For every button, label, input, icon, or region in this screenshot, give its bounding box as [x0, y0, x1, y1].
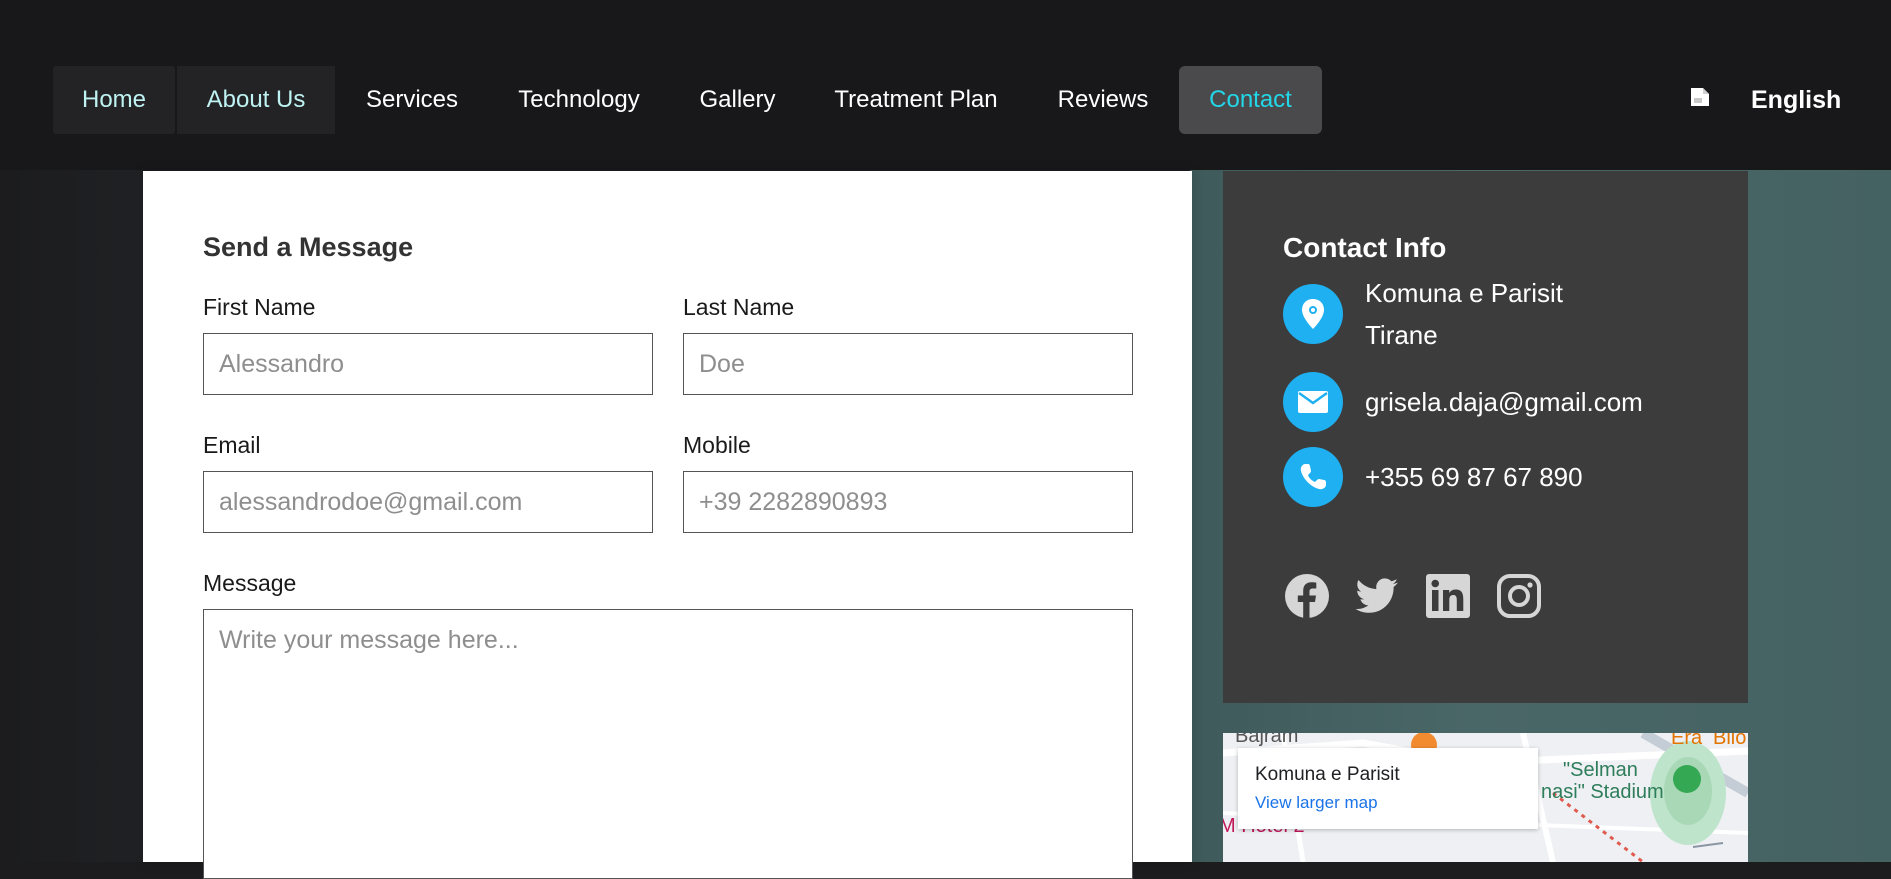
contact-info-title: Contact Info [1283, 232, 1447, 263]
phone-icon [1283, 447, 1343, 507]
map-info-card: Komuna e Parisit View larger map [1238, 748, 1538, 829]
nav-contact[interactable]: Contact [1179, 66, 1322, 134]
form-title: Send a Message [203, 232, 414, 262]
last-name-label: Last Name [683, 294, 795, 320]
mobile-label: Mobile [683, 432, 751, 458]
email-label: Email [203, 432, 261, 458]
last-name-input[interactable] [683, 333, 1133, 395]
instagram-icon[interactable] [1496, 573, 1542, 619]
nav-technology[interactable]: Technology [505, 66, 653, 134]
map-label-era: Era [1671, 733, 1703, 749]
email-input[interactable] [203, 471, 653, 533]
message-label: Message [203, 570, 297, 596]
view-larger-map-link[interactable]: View larger map [1255, 793, 1378, 813]
contact-email[interactable]: grisela.daja@gmail.com [1365, 381, 1643, 423]
location-pin-icon [1283, 284, 1343, 344]
map-label-stadium: nasi" Stadium [1541, 781, 1664, 803]
address-line1: Komuna e Parisit [1365, 278, 1563, 308]
first-name-label: First Name [203, 294, 316, 320]
nav-reviews[interactable]: Reviews [1049, 66, 1157, 134]
map-label-selman: "Selman [1563, 759, 1638, 781]
nav-treatment-plan[interactable]: Treatment Plan [826, 66, 1006, 134]
nav-home[interactable]: Home [53, 66, 175, 134]
nav-gallery[interactable]: Gallery [690, 66, 785, 134]
map-label-blio: Blio [1713, 733, 1747, 749]
mail-icon [1283, 372, 1343, 432]
nav-about-us[interactable]: About Us [177, 66, 335, 134]
mobile-input[interactable] [683, 471, 1133, 533]
address-line2: Tirane [1365, 320, 1438, 350]
contact-phone[interactable]: +355 69 87 67 890 [1365, 456, 1583, 498]
language-flag-icon[interactable] [1689, 86, 1711, 108]
page-background-left [0, 170, 143, 862]
top-navbar: Home About Us Services Technology Galler… [0, 0, 1891, 170]
map-label-bajram: Bajram [1235, 733, 1299, 747]
facebook-icon[interactable] [1284, 573, 1330, 619]
nav-services[interactable]: Services [350, 66, 474, 134]
twitter-icon[interactable] [1354, 573, 1400, 619]
message-textarea[interactable] [203, 609, 1133, 879]
map-place-name: Komuna e Parisit [1255, 764, 1400, 785]
first-name-input[interactable] [203, 333, 653, 395]
linkedin-icon[interactable] [1425, 573, 1471, 619]
language-selector[interactable]: English [1751, 86, 1841, 115]
